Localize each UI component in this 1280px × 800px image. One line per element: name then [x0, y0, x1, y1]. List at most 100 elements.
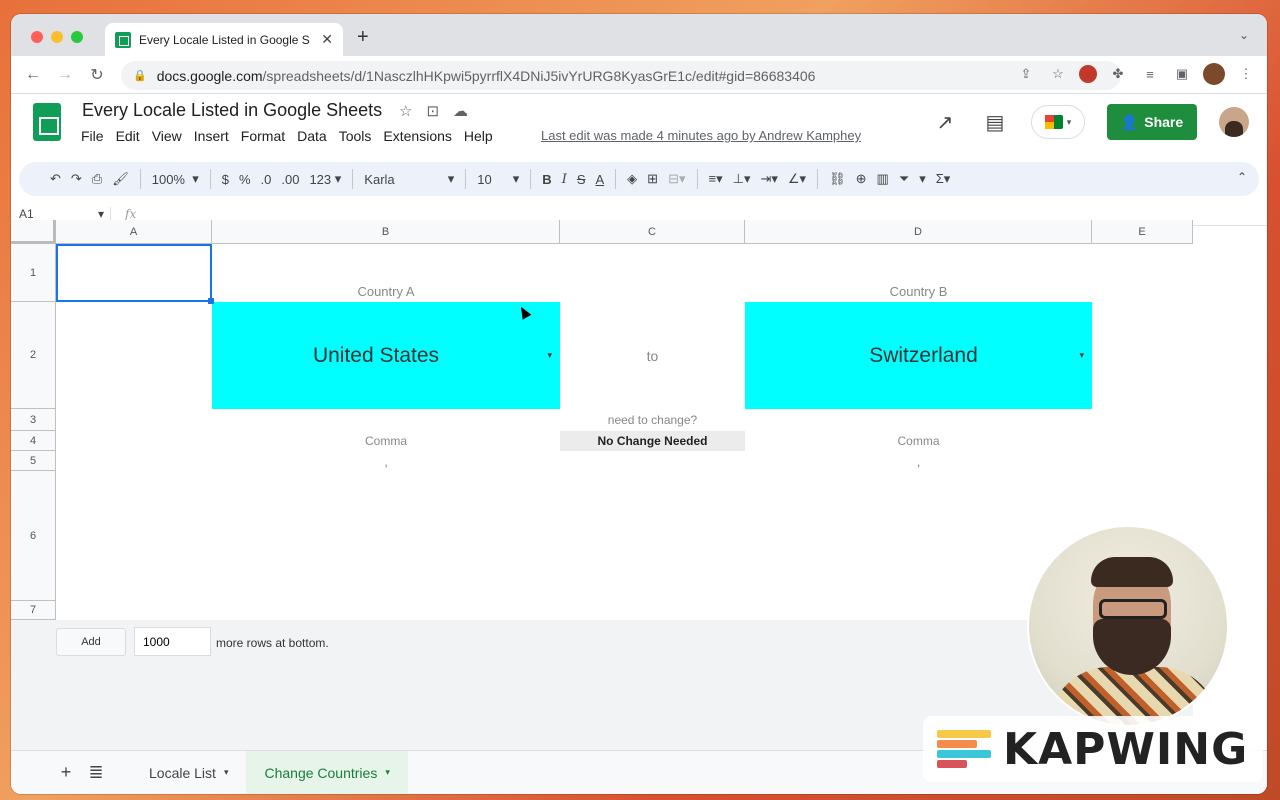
browser-tab[interactable]: Every Locale Listed in Google S ✕ — [105, 23, 343, 56]
menu-tools[interactable]: Tools — [339, 128, 372, 144]
row-header-4[interactable]: 4 — [11, 431, 56, 451]
sheet-tab-change-countries[interactable]: Change Countries ▾ — [246, 750, 408, 794]
bookmark-star-icon[interactable]: ☆ — [1047, 63, 1069, 85]
rows-count-input[interactable]: 1000 — [134, 627, 211, 656]
browser-menu-icon[interactable]: ⋮ — [1235, 63, 1257, 85]
insert-link-icon[interactable]: ⛓ — [824, 167, 851, 191]
new-tab-button[interactable]: + — [357, 26, 369, 49]
menu-format[interactable]: Format — [241, 128, 285, 144]
maximize-window-button[interactable] — [71, 31, 83, 43]
borders-icon[interactable]: ⊞ — [642, 167, 663, 191]
country-b-dropdown[interactable]: Switzerland ▾ — [745, 302, 1092, 409]
add-sheet-icon[interactable]: + — [51, 762, 81, 783]
filter-icon[interactable]: ⏷ — [894, 167, 914, 191]
menu-file[interactable]: File — [81, 128, 104, 144]
profile-avatar-icon[interactable] — [1203, 63, 1225, 85]
select-all-corner[interactable] — [11, 220, 56, 244]
menu-extensions[interactable]: Extensions — [383, 128, 451, 144]
menu-insert[interactable]: Insert — [194, 128, 229, 144]
all-sheets-icon[interactable]: ≣ — [81, 762, 111, 783]
close-tab-icon[interactable]: ✕ — [321, 31, 333, 48]
font-select[interactable]: Karla ▾ — [359, 167, 459, 191]
print-icon[interactable]: ⎙ — [87, 167, 107, 191]
url-field[interactable]: 🔒 docs.google.com /spreadsheets/d/1Nascz… — [121, 61, 1121, 90]
insert-comment-icon[interactable]: ⊕ — [851, 167, 872, 191]
kapwing-logo-icon — [937, 730, 991, 768]
row-header-3[interactable]: 3 — [11, 409, 56, 431]
to-label: to — [646, 347, 659, 364]
bold-icon[interactable]: B — [537, 167, 556, 191]
back-icon[interactable]: ← — [17, 66, 49, 84]
collapse-toolbar-icon[interactable]: ⌃ — [1237, 170, 1247, 184]
row-header-1[interactable]: 1 — [11, 244, 56, 302]
sheet-tab-locale-list[interactable]: Locale List ▾ — [131, 751, 246, 795]
extension-red-icon[interactable] — [1079, 65, 1097, 83]
name-box[interactable]: A1 ▾ — [11, 206, 111, 221]
increase-decimal-button[interactable]: .00 — [276, 167, 304, 191]
filter-views-icon[interactable]: ▾ — [914, 167, 931, 191]
column-header-b[interactable]: B — [212, 220, 560, 244]
reload-icon[interactable]: ↻ — [81, 65, 113, 85]
currency-format-button[interactable]: $ — [217, 167, 234, 191]
forward-icon[interactable]: → — [49, 66, 81, 84]
comma-b-value: , — [916, 453, 921, 469]
paint-format-icon[interactable]: 🖌 — [107, 167, 134, 191]
column-header-c[interactable]: C — [560, 220, 745, 244]
text-color-icon[interactable]: A — [591, 167, 610, 191]
dropdown-arrow-icon[interactable]: ▾ — [1079, 350, 1084, 361]
url-host: docs.google.com — [156, 67, 263, 84]
side-panel-icon[interactable]: ▣ — [1171, 63, 1193, 85]
selected-cell-a1[interactable] — [56, 244, 214, 304]
minimize-window-button[interactable] — [51, 31, 63, 43]
merge-cells-icon[interactable]: ⊟▾ — [663, 167, 690, 191]
row-header-2[interactable]: 2 — [11, 302, 56, 409]
divider — [530, 169, 532, 189]
redo-icon[interactable]: ↷ — [66, 167, 87, 191]
add-rows-button[interactable]: Add — [56, 628, 126, 656]
tab-search-icon[interactable]: ⌄ — [1239, 28, 1249, 42]
menu-help[interactable]: Help — [464, 128, 493, 144]
column-header-d[interactable]: D — [745, 220, 1092, 244]
extensions-puzzle-icon[interactable]: ✤ — [1107, 63, 1129, 85]
close-window-button[interactable] — [31, 31, 43, 43]
font-size-select[interactable]: 10 ▾ — [472, 167, 524, 191]
italic-icon[interactable]: I — [557, 167, 572, 191]
activity-trend-icon[interactable]: ↗ — [931, 110, 959, 135]
media-queue-icon[interactable]: ≡ — [1139, 63, 1161, 85]
meet-button[interactable]: ▾ — [1031, 105, 1085, 139]
menu-edit[interactable]: Edit — [116, 128, 140, 144]
share-page-icon[interactable]: ⇪ — [1015, 63, 1037, 85]
zoom-select[interactable]: 100% ▾ — [147, 167, 204, 191]
strikethrough-icon[interactable]: S — [572, 167, 591, 191]
cloud-status-icon[interactable]: ☁ — [453, 102, 468, 120]
share-button[interactable]: 👤 Share — [1107, 104, 1197, 140]
menu-view[interactable]: View — [152, 128, 182, 144]
move-folder-icon[interactable]: ⊡ — [426, 102, 439, 120]
percent-format-button[interactable]: % — [234, 167, 256, 191]
document-title[interactable]: Every Locale Listed in Google Sheets — [82, 100, 382, 121]
fill-color-icon[interactable]: ◈ — [622, 167, 642, 191]
text-rotation-icon[interactable]: ∠▾ — [783, 167, 811, 191]
menu-data[interactable]: Data — [297, 128, 327, 144]
insert-chart-icon[interactable]: ▥ — [872, 167, 894, 191]
star-icon[interactable]: ☆ — [399, 102, 412, 120]
column-header-a[interactable]: A — [56, 220, 212, 244]
undo-icon[interactable]: ↶ — [45, 167, 66, 191]
vertical-align-icon[interactable]: ⊥▾ — [728, 167, 756, 191]
text-wrapping-icon[interactable]: ⇥▾ — [755, 167, 782, 191]
decrease-decimal-button[interactable]: .0 — [256, 167, 277, 191]
row-header-7[interactable]: 7 — [11, 601, 56, 620]
user-avatar[interactable] — [1219, 107, 1249, 137]
functions-icon[interactable]: Σ▾ — [931, 167, 956, 191]
country-a-dropdown[interactable]: United States ▾ — [212, 302, 560, 409]
comments-icon[interactable]: ▤ — [981, 110, 1009, 135]
more-formats-select[interactable]: 123 ▾ — [304, 167, 346, 191]
sheets-logo-icon[interactable] — [33, 103, 61, 141]
last-edit-link[interactable]: Last edit was made 4 minutes ago by Andr… — [541, 128, 861, 143]
horizontal-align-icon[interactable]: ≡▾ — [704, 167, 728, 191]
address-bar-row: ← → ↻ 🔒 docs.google.com /spreadsheets/d/… — [11, 56, 1267, 94]
column-header-e[interactable]: E — [1092, 220, 1193, 244]
dropdown-arrow-icon[interactable]: ▾ — [547, 350, 552, 361]
row-header-5[interactable]: 5 — [11, 451, 56, 471]
row-header-6[interactable]: 6 — [11, 471, 56, 601]
